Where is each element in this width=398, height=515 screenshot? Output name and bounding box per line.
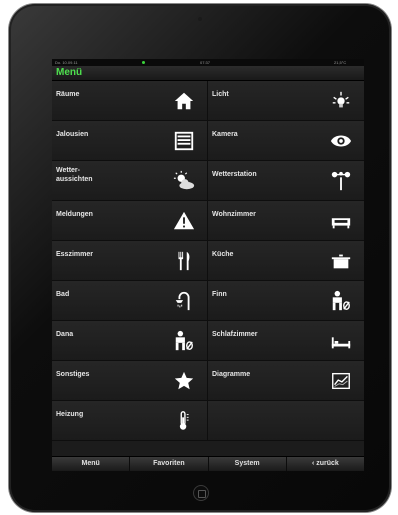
tile-label: Finn xyxy=(212,291,227,298)
status-time: 07:37 xyxy=(200,60,211,65)
tab-bar: Menü Favoriten System ‹ zurück xyxy=(52,456,364,471)
tile-label: Meldungen xyxy=(56,211,93,218)
tile-label: Diagramme xyxy=(212,371,251,378)
tile-diagramme[interactable]: Diagramme xyxy=(208,361,364,401)
tile-meldungen[interactable]: Meldungen xyxy=(52,201,208,241)
tile-label: Kamera xyxy=(212,131,238,138)
tile-label: Wetterstation xyxy=(212,171,257,178)
tile-label: Licht xyxy=(212,91,229,98)
warning-icon xyxy=(173,211,195,230)
weather-station-icon xyxy=(331,171,351,191)
weather-icon xyxy=(173,170,195,190)
house-icon xyxy=(174,92,194,110)
tile-esszimmer[interactable]: Esszimmer xyxy=(52,241,208,281)
tile-label: Jalousien xyxy=(56,131,89,138)
shower-icon xyxy=(175,291,190,311)
tile-label: Sonstiges xyxy=(56,371,90,378)
child-icon xyxy=(332,290,350,311)
menu-grid: Räume Licht Jalousien Kamera Wetter- aus… xyxy=(52,81,364,441)
tile-label: Esszimmer xyxy=(56,251,93,258)
tile-heizung[interactable]: Heizung xyxy=(52,401,208,441)
tile-label: Bad xyxy=(56,291,70,298)
tile-raeume[interactable]: Räume xyxy=(52,81,208,121)
tab-favoriten[interactable]: Favoriten xyxy=(130,457,209,471)
tile-label: Küche xyxy=(212,251,234,258)
thermometer-icon xyxy=(179,411,189,430)
cutlery-icon xyxy=(178,251,190,271)
tile-wohnzimmer[interactable]: Wohnzimmer xyxy=(208,201,364,241)
tile-finn[interactable]: Finn xyxy=(208,281,364,321)
front-camera xyxy=(198,17,202,21)
tile-label: Räume xyxy=(56,91,80,98)
status-bar: Do. 10.09.11 07:37 21,5°C xyxy=(52,59,364,66)
back-button[interactable]: ‹ zurück xyxy=(287,457,364,471)
status-temps: 21,5°C xyxy=(334,60,347,65)
tile-schlafzimmer[interactable]: Schlafzimmer xyxy=(208,321,364,361)
eye-icon xyxy=(330,135,352,147)
tab-menu[interactable]: Menü xyxy=(52,457,131,471)
title-bar: Menü xyxy=(52,66,364,81)
child-icon xyxy=(175,330,193,351)
bed-icon xyxy=(331,337,351,349)
sofa-icon xyxy=(331,218,351,229)
status-dot-icon xyxy=(142,61,145,64)
tile-jalousien[interactable]: Jalousien xyxy=(52,121,208,161)
tile-label: Schlafzimmer xyxy=(212,331,258,338)
home-button[interactable] xyxy=(193,485,209,501)
chart-icon xyxy=(332,372,350,390)
tile-licht[interactable]: Licht xyxy=(208,81,364,121)
tile-label: Dana xyxy=(56,331,74,338)
star-icon xyxy=(174,371,194,390)
light-bulb-icon xyxy=(332,91,350,108)
tile-empty xyxy=(208,401,364,441)
tab-system[interactable]: System xyxy=(209,457,287,471)
status-date: Do. 10.09.11 xyxy=(55,60,78,65)
tile-kamera[interactable]: Kamera xyxy=(208,121,364,161)
tile-sonstiges[interactable]: Sonstiges xyxy=(52,361,208,401)
tile-wetteraussichten[interactable]: Wetter- aussichten xyxy=(52,161,208,201)
tile-dana[interactable]: Dana xyxy=(52,321,208,361)
tile-wetterstation[interactable]: Wetterstation xyxy=(208,161,364,201)
tile-label: Wohnzimmer xyxy=(212,211,256,218)
tile-kueche[interactable]: Küche xyxy=(208,241,364,281)
pot-icon xyxy=(331,254,351,269)
blinds-icon xyxy=(174,131,194,151)
tile-label: Wetter- aussichten xyxy=(56,167,93,183)
tile-bad[interactable]: Bad xyxy=(52,281,208,321)
page-title: Menü xyxy=(56,67,83,78)
tile-label: Heizung xyxy=(56,411,84,418)
app-screen: Do. 10.09.11 07:37 21,5°C Menü Räume Lic… xyxy=(52,59,364,471)
